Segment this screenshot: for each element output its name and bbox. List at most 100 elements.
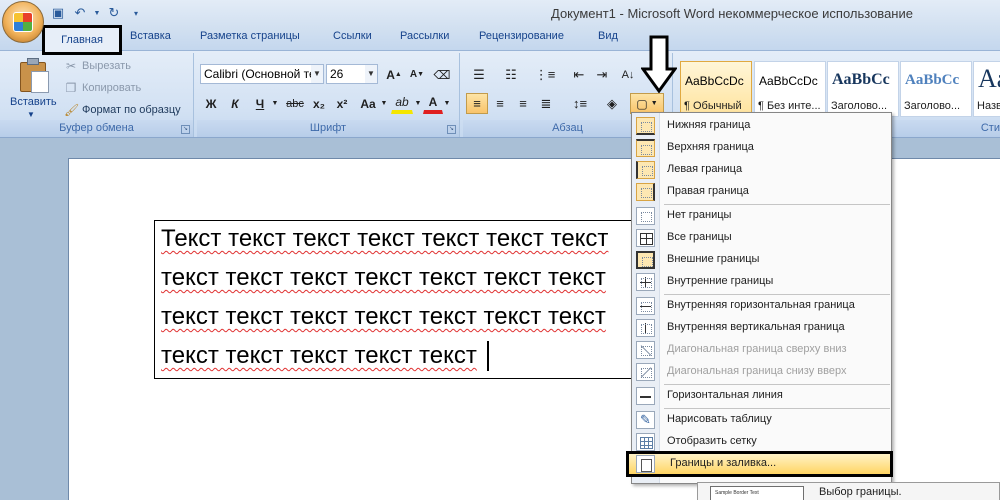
line-spacing-icon[interactable]: ↕≡ — [565, 93, 595, 114]
menu-item-label: Диагональная граница снизу вверх — [667, 365, 847, 377]
menu-item-inside-borders[interactable]: Внутренние границы — [632, 271, 891, 293]
chevron-down-icon[interactable]: ▼ — [311, 65, 323, 83]
superscript-button[interactable]: x² — [331, 93, 353, 114]
left-border-icon — [636, 161, 655, 179]
undo-dropdown-icon[interactable]: ▼ — [94, 5, 101, 21]
menu-item-label: Диагональная граница сверху вниз — [667, 343, 847, 355]
view-gridlines-icon — [636, 433, 655, 451]
strikethrough-button[interactable]: abc — [283, 93, 307, 114]
tab-view[interactable]: Вид — [598, 30, 618, 42]
menu-item-label: Внешние границы — [667, 253, 760, 265]
copy-button[interactable]: ❐ Копировать — [64, 79, 142, 97]
highlight-dropdown-icon[interactable]: ▼ — [414, 93, 422, 114]
copy-label: Копировать — [82, 82, 142, 94]
tab-references[interactable]: Ссылки — [333, 30, 372, 42]
text-line[interactable]: Текст текст текст текст текст текст текс… — [161, 225, 608, 253]
clear-formatting-icon[interactable]: ⌫ — [431, 64, 453, 85]
align-left-icon[interactable]: ≡ — [466, 93, 488, 114]
menu-item-inside-vertical-border[interactable]: Внутренняя вертикальная граница — [632, 317, 891, 339]
menu-item-label: Нет границы — [667, 209, 732, 221]
menu-item-left-border[interactable]: Левая граница — [632, 159, 891, 181]
menu-item-label: Внутренние границы — [667, 275, 774, 287]
bullets-icon[interactable]: ☰ — [467, 64, 491, 85]
tab-review[interactable]: Рецензирование — [479, 30, 564, 42]
menu-item-horizontal-line[interactable]: Горизонтальная линия — [632, 385, 891, 407]
style-normal[interactable]: AaBbCcDc ¶ Обычный — [680, 61, 752, 117]
borders-shading-icon — [636, 455, 655, 473]
save-icon[interactable]: ▣ — [50, 5, 66, 21]
chevron-down-icon[interactable]: ▼ — [365, 65, 377, 83]
cut-button[interactable]: ✂ Вырезать — [64, 57, 131, 75]
font-color-button[interactable]: A — [423, 93, 443, 114]
numbering-icon[interactable]: ☷ — [499, 64, 523, 85]
multilevel-list-icon[interactable]: ⋮≡ — [533, 64, 557, 85]
office-logo-icon — [13, 12, 33, 32]
customize-icon[interactable]: ▾ — [128, 5, 144, 21]
font-color-dropdown-icon[interactable]: ▼ — [443, 93, 451, 114]
menu-item-draw-table[interactable]: Нарисовать таблицу — [632, 409, 891, 431]
borders-button[interactable]: ▢ ▼ — [630, 93, 664, 114]
style-title[interactable]: Aa Назв — [973, 61, 1000, 117]
increase-indent-icon[interactable]: ⇥ — [591, 64, 613, 85]
decrease-indent-icon[interactable]: ⇤ — [568, 64, 590, 85]
menu-item-outside-borders[interactable]: Внешние границы — [632, 249, 891, 271]
style-no-spacing[interactable]: AaBbCcDc ¶ Без инте... — [754, 61, 826, 117]
shrink-font-icon[interactable]: A ▼ — [406, 64, 428, 85]
paste-dropdown-icon[interactable]: ▼ — [27, 110, 35, 119]
top-border-icon — [636, 139, 655, 157]
office-button[interactable] — [2, 1, 44, 43]
style-sample: AaBbCcDc — [685, 74, 744, 88]
menu-item-no-border[interactable]: Нет границы — [632, 205, 891, 227]
align-right-icon[interactable]: ≡ — [512, 93, 534, 114]
style-heading-1[interactable]: AaBbCc Заголово... — [827, 61, 899, 117]
bold-button[interactable]: Ж — [200, 93, 222, 114]
text-line[interactable]: текст текст текст текст текст — [161, 342, 477, 370]
chevron-down-icon: ▼ — [650, 100, 658, 107]
format-painter-icon: 🖌 — [64, 103, 80, 117]
change-case-dropdown-icon[interactable]: ▼ — [380, 93, 388, 114]
tab-page-layout[interactable]: Разметка страницы — [200, 30, 300, 42]
undo-icon[interactable]: ↶ — [72, 5, 88, 21]
grow-font-icon[interactable]: A ▲ — [383, 64, 405, 85]
text-line[interactable]: текст текст текст текст текст текст текс… — [161, 303, 606, 331]
style-sample: Aa — [978, 64, 1000, 93]
font-group: Calibri (Основной те ▼ 26 ▼ A ▲ A ▼ ⌫ Ж К … — [197, 53, 460, 137]
style-heading-2[interactable]: AaBbCc Заголово... — [900, 61, 972, 117]
change-case-button[interactable]: Aa — [356, 93, 380, 114]
menu-item-borders-and-shading[interactable]: Границы и заливка... — [626, 451, 893, 477]
sort-icon[interactable]: A↓ — [617, 64, 639, 85]
menu-item-bottom-border[interactable]: Нижняя граница — [632, 115, 891, 137]
style-name: ¶ Без инте... — [758, 100, 821, 112]
text-line[interactable]: текст текст текст текст текст текст текс… — [161, 264, 606, 292]
tooltip-preview-text: Sample Border Text — [715, 490, 759, 496]
draw-table-icon — [636, 411, 655, 429]
menu-item-view-gridlines[interactable]: Отобразить сетку — [632, 431, 891, 453]
menu-item-right-border[interactable]: Правая граница — [632, 181, 891, 203]
paste-button[interactable]: Вставить — [10, 96, 57, 108]
text-box[interactable]: Текст текст текст текст текст текст текс… — [154, 220, 632, 379]
copy-icon: ❐ — [65, 81, 77, 95]
clipboard-launcher-icon[interactable]: ↘ — [181, 125, 190, 134]
format-painter-button[interactable]: 🖌 Формат по образцу — [64, 101, 181, 119]
justify-icon[interactable]: ≣ — [535, 93, 557, 114]
menu-item-label: Горизонтальная линия — [667, 389, 783, 401]
menu-item-inside-horizontal-border[interactable]: Внутренняя горизонтальная граница — [632, 295, 891, 317]
align-center-icon[interactable]: ≡ — [489, 93, 511, 114]
font-name-combo[interactable]: Calibri (Основной те ▼ — [200, 64, 324, 84]
font-launcher-icon[interactable]: ↘ — [447, 125, 456, 134]
shading-icon[interactable]: ◈ — [597, 93, 627, 114]
underline-button[interactable]: Ч — [249, 93, 271, 114]
menu-item-all-borders[interactable]: Все границы — [632, 227, 891, 249]
menu-item-diagonal-up-border: Диагональная граница снизу вверх — [632, 361, 891, 383]
font-size-combo[interactable]: 26 ▼ — [326, 64, 378, 84]
italic-button[interactable]: К — [224, 93, 246, 114]
tab-insert[interactable]: Вставка — [130, 30, 171, 42]
subscript-button[interactable]: x₂ — [308, 93, 330, 114]
tab-mailings[interactable]: Рассылки — [400, 30, 449, 42]
underline-dropdown-icon[interactable]: ▼ — [271, 93, 279, 114]
menu-item-top-border[interactable]: Верхняя граница — [632, 137, 891, 159]
tab-home[interactable]: Главная — [42, 25, 122, 55]
paste-icon[interactable] — [18, 58, 50, 94]
redo-icon[interactable]: ↻ — [106, 5, 122, 21]
highlight-button[interactable]: ab — [391, 93, 413, 114]
